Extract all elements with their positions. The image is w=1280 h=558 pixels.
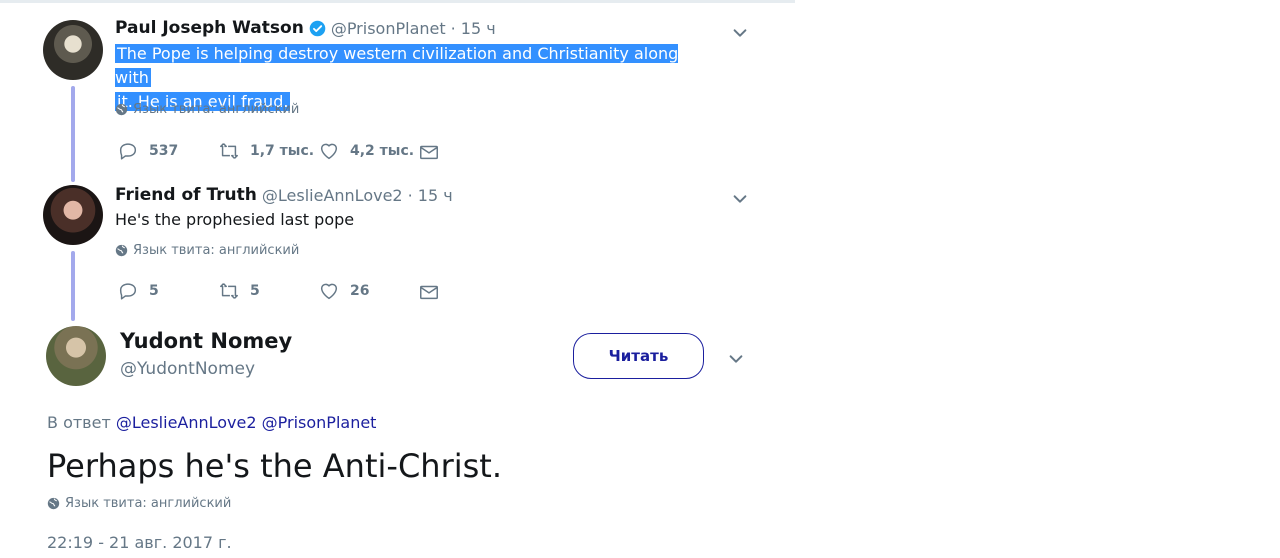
globe-icon [115,103,128,116]
mention-link[interactable]: @LeslieAnnLove2 [116,413,257,432]
tweet-language-label: Язык твита: английский [133,243,300,258]
reply-prefix: В ответ [47,413,111,432]
verified-badge-icon [309,20,326,36]
tweet-header: Friend of Truth @LeslieAnnLove2 · 15 ч [115,185,453,205]
retweet-icon [220,143,238,159]
tweet-language: Язык твита: английский [47,496,231,511]
author-name[interactable]: Yudont Nomey [120,329,292,353]
like-button[interactable]: 4,2 тыс. [318,140,414,162]
chevron-down-icon[interactable] [731,190,749,208]
tweet-header: Paul Joseph Watson @PrisonPlanet · 15 ч [115,18,496,38]
author-handle[interactable]: @YudontNomey [120,359,255,379]
retweet-button[interactable]: 1,7 тыс. [218,140,314,162]
reply-button[interactable]: 537 [117,140,178,162]
direct-message-icon[interactable] [418,141,440,163]
tweet-timestamp[interactable]: 22:19 - 21 авг. 2017 г. [47,533,232,552]
thread-line [71,251,75,321]
retweet-count: 5 [250,283,260,299]
retweet-icon [220,283,238,299]
reply-icon [119,283,137,300]
avatar-friend-of-truth[interactable] [43,185,103,245]
tweet-time[interactable]: · 15 ч [451,19,496,38]
author-name[interactable]: Paul Joseph Watson [115,18,304,38]
like-count: 26 [350,283,370,299]
top-divider [0,0,795,3]
mention-link[interactable]: @PrisonPlanet [262,413,377,432]
author-handle[interactable]: @LeslieAnnLove2 [262,186,403,205]
follow-button[interactable]: Читать [573,333,704,379]
like-icon [320,143,338,160]
like-icon [320,283,338,300]
avatar-paul-joseph-watson[interactable] [43,20,103,80]
tweet-language: Язык твита: английский [115,102,299,117]
reply-button[interactable]: 5 [117,280,159,302]
reply-context: В ответ @LeslieAnnLove2 @PrisonPlanet [47,413,376,432]
direct-message-icon[interactable] [418,281,440,303]
author-handle[interactable]: @PrisonPlanet [331,19,446,38]
reply-count: 537 [149,143,179,159]
tweet-text: He's the prophesied last pope [115,210,355,229]
like-button[interactable]: 26 [318,280,369,302]
chevron-down-icon[interactable] [727,350,745,368]
chevron-down-icon[interactable] [731,24,749,42]
globe-icon [47,497,60,510]
thread-line [71,86,75,182]
tweet-language-label: Язык твита: английский [65,496,232,511]
reply-count: 5 [149,283,159,299]
author-name[interactable]: Friend of Truth [115,185,257,205]
tweet-language-label: Язык твита: английский [133,102,300,117]
reply-icon [119,143,137,160]
retweet-count: 1,7 тыс. [250,143,315,159]
tweet-language: Язык твита: английский [115,243,299,258]
avatar-yudont-nomey[interactable] [46,326,106,386]
retweet-button[interactable]: 5 [218,280,260,302]
tweet-text-line: The Pope is helping destroy western civi… [115,44,679,87]
tweet-time[interactable]: · 15 ч [408,186,453,205]
like-count: 4,2 тыс. [350,143,415,159]
globe-icon [115,244,128,257]
main-tweet-text: Perhaps he's the Anti-Christ. [47,447,502,485]
